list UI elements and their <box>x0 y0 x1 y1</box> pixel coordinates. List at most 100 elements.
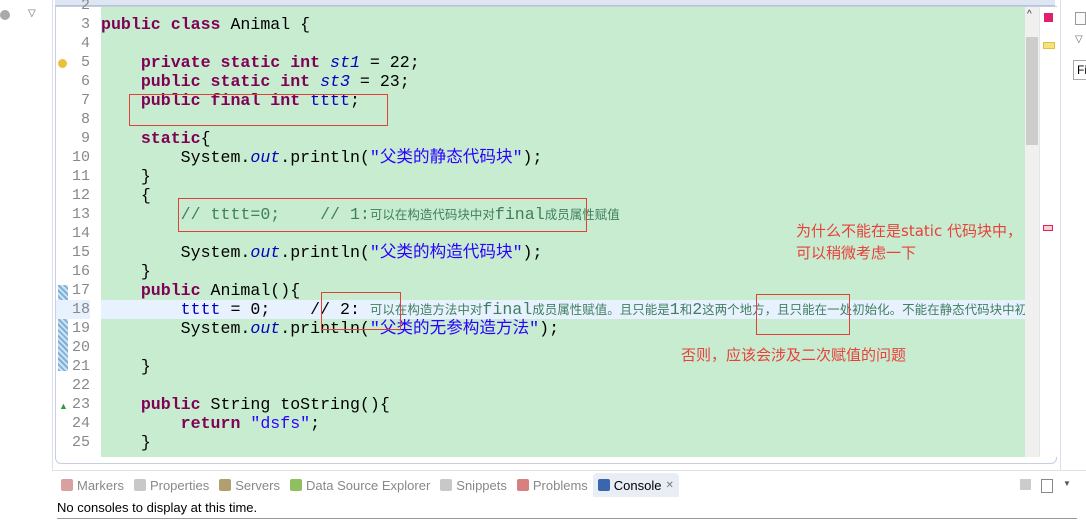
markers-icon <box>61 479 73 491</box>
annotation-note-static: 为什么不能在是static 代码块中， 可以稍微考虑一下 <box>796 220 1022 264</box>
annotation-box-once <box>756 294 850 335</box>
gear-icon[interactable] <box>0 10 10 20</box>
panel-toolbar: ▼ <box>1020 479 1071 493</box>
code-token: 1 <box>669 300 680 319</box>
scrollbar-thumb[interactable] <box>1026 37 1038 145</box>
line-number: 3 <box>80 16 90 33</box>
code-token: return <box>101 414 241 433</box>
code-token: 这两个地方，且只能在一处初始化。不能在静态代码块中初始化 <box>702 302 1025 317</box>
console-message: No consoles to display at this time. <box>57 500 1077 519</box>
tab-data-source-explorer[interactable]: Data Source Explorer <box>285 473 435 497</box>
tab-label: Properties <box>149 477 210 493</box>
code-line[interactable]: public static int st3 = 23; <box>101 72 1025 91</box>
warning-marker[interactable] <box>1043 42 1055 49</box>
error-marker[interactable] <box>1043 225 1053 231</box>
view-menu-chevron-icon[interactable]: ▽ <box>28 8 36 19</box>
tab-console[interactable]: Console ✕ <box>592 473 679 497</box>
tab-markers[interactable]: Markers <box>56 473 129 497</box>
code-token: String toString(){ <box>200 395 390 414</box>
code-line[interactable]: tttt = 0; // 2: 可以在构造方法中对final成员属性赋值。且只能… <box>101 300 1025 319</box>
code-line[interactable]: public String toString(){ <box>101 395 1025 414</box>
code-line[interactable]: public Animal(){ <box>101 281 1025 300</box>
line-number: 23 <box>71 396 90 413</box>
line-number: 20 <box>71 339 90 356</box>
line-number: 14 <box>71 225 90 242</box>
code-token: out <box>250 148 281 167</box>
line-number: 7 <box>80 92 90 109</box>
code-token: } <box>101 167 151 186</box>
line-number: 12 <box>71 187 90 204</box>
code-token: } <box>101 262 151 281</box>
code-token: { <box>200 129 211 148</box>
code-token: tttt <box>180 300 221 319</box>
tab-servers[interactable]: Servers <box>214 473 285 497</box>
line-number: 9 <box>80 130 90 147</box>
code-token: = 23; <box>349 72 410 91</box>
new-file-icon[interactable] <box>1075 12 1086 25</box>
console-icon <box>597 479 610 491</box>
line-number: 4 <box>80 35 90 52</box>
code-editor[interactable]: ▲ 2 3 4 5 6 7 8 9 10 11 12 13 14 15 16 17 18 19 20 21 22 23 24… <box>55 0 1057 464</box>
code-token: .println( <box>280 148 370 167</box>
code-token: st3 <box>320 72 350 91</box>
code-line[interactable]: } <box>101 167 1025 186</box>
code-line[interactable]: } <box>101 262 1025 281</box>
annotation-note-double-assign: 否则，应该会涉及二次赋值的问题 <box>681 346 907 364</box>
package-explorer-panel: ▽ <box>0 0 53 527</box>
note-line: 为什么不能在是static 代码块中， <box>796 222 1022 240</box>
line-number: 5 <box>80 54 90 71</box>
code-line[interactable]: return "dsfs"; <box>101 414 1025 433</box>
code-line[interactable]: private static int st1 = 22; <box>101 53 1025 72</box>
view-menu-chevron-icon[interactable]: ▽ <box>1075 34 1083 45</box>
snippets-icon <box>440 479 453 491</box>
line-number-gutter: ▲ 2 3 4 5 6 7 8 9 10 11 12 13 14 15 16 17 18 19 20 21 22 23 24… <box>56 0 101 457</box>
tab-label: Snippets <box>456 477 507 493</box>
line-number: 21 <box>71 358 90 375</box>
code-token: 和 <box>679 302 693 317</box>
tab-snippets[interactable]: Snippets <box>435 473 512 497</box>
code-line[interactable] <box>101 34 1025 53</box>
tab-label: Markers <box>77 477 124 493</box>
code-token: = 22; <box>359 53 420 72</box>
error-marker-icon[interactable] <box>1044 13 1053 22</box>
code-token: static <box>101 129 201 148</box>
code-token: Animal(){ <box>200 281 301 300</box>
code-token: out <box>250 319 281 338</box>
code-token: ); <box>539 319 560 338</box>
line-number: 15 <box>71 244 90 261</box>
code-line[interactable]: System.out.println("父类的静态代码块"); <box>101 148 1025 167</box>
code-token: 成员属性赋值。且只能是 <box>532 302 670 317</box>
line-number: 25 <box>71 434 90 451</box>
code-line[interactable]: public class Animal { <box>101 15 1025 34</box>
vertical-scrollbar[interactable]: ^ <box>1025 7 1039 457</box>
code-token: out <box>250 243 281 262</box>
code-token: System. <box>101 319 251 338</box>
tab-properties[interactable]: Properties <box>129 473 214 497</box>
code-token: 2 <box>692 300 703 319</box>
find-input[interactable]: Fi <box>1073 60 1086 80</box>
code-token: public <box>101 395 201 414</box>
tab-label: Console <box>613 477 662 493</box>
pin-icon[interactable] <box>1020 479 1031 490</box>
close-icon[interactable]: ✕ <box>666 480 674 491</box>
dropdown-icon[interactable]: ▼ <box>1063 479 1071 493</box>
properties-icon <box>133 479 146 491</box>
code-line[interactable] <box>101 376 1025 395</box>
overview-ruler[interactable] <box>1039 7 1057 457</box>
code-line[interactable]: } <box>101 433 1025 452</box>
tab-label: Problems <box>532 477 588 493</box>
line-number: 10 <box>71 149 90 166</box>
code-token: "父类的静态代码块" <box>369 148 523 167</box>
code-line[interactable]: static{ <box>101 129 1025 148</box>
tab-label: Servers <box>235 477 280 493</box>
bottom-panel: Markers Properties Servers Data Source Expl… <box>52 470 1086 528</box>
code-token: System. <box>101 148 251 167</box>
servers-icon <box>219 479 232 491</box>
display-console-icon[interactable] <box>1041 479 1053 493</box>
code-line[interactable]: System.out.println("父类的无参构造方法"); <box>101 319 1025 338</box>
tab-problems[interactable]: Problems <box>512 473 593 497</box>
scroll-up-icon[interactable]: ^ <box>1027 9 1032 20</box>
code-line[interactable] <box>101 7 1025 15</box>
